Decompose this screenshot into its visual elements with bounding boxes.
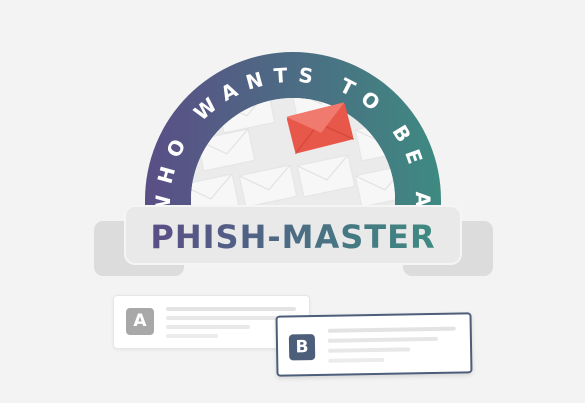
option-a-text-line	[166, 334, 218, 338]
option-b-text-line	[328, 357, 385, 363]
option-a-text-line	[166, 307, 296, 311]
phish-master-illustration: WHO WANTS TO BE A PHISH-MASTER A B	[0, 0, 585, 403]
option-b-text-line	[327, 326, 456, 333]
option-b-text-line	[328, 347, 411, 353]
answer-option-b[interactable]: B	[275, 312, 473, 377]
option-a-text-line	[166, 325, 250, 329]
page-title: PHISH-MASTER	[150, 218, 435, 256]
option-b-letter: B	[295, 337, 309, 358]
option-b-text-line	[327, 336, 438, 343]
option-b-badge: B	[288, 334, 316, 361]
option-a-badge: A	[126, 308, 154, 335]
option-a-text-line	[166, 316, 278, 320]
option-a-letter: A	[133, 311, 147, 331]
